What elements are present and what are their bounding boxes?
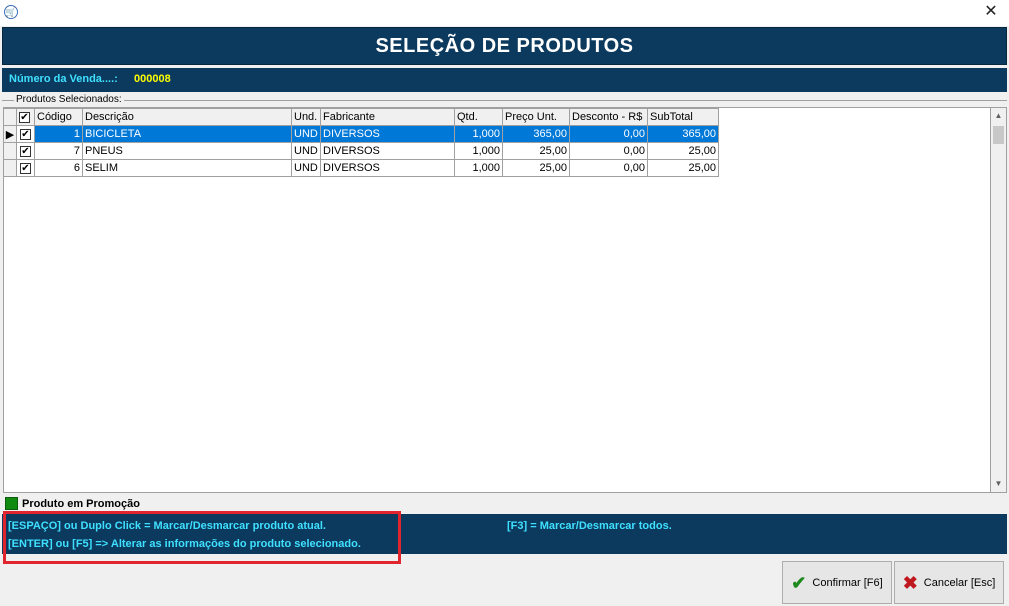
cell-qtd[interactable]: 1,000	[454, 125, 503, 143]
grid-header-row: ✔ Código Descrição Und. Fabricante Qtd. …	[3, 108, 719, 126]
cell-desconto[interactable]: 0,00	[569, 142, 648, 160]
scroll-thumb[interactable]	[993, 126, 1004, 144]
sale-number-value: 000008	[134, 73, 171, 85]
col-preco[interactable]: Preço Unt.	[502, 108, 570, 126]
cell-preco[interactable]: 365,00	[502, 125, 570, 143]
cell-codigo[interactable]: 6	[34, 159, 83, 177]
cell-codigo[interactable]: 1	[34, 125, 83, 143]
scroll-up-icon[interactable]: ▲	[991, 108, 1006, 124]
sale-info-bar: Número da Venda....: 000008	[2, 68, 1007, 92]
table-row[interactable]: ✔ 6 SELIM UND DIVERSOS 1,000 25,00 0,00 …	[3, 159, 719, 177]
col-descricao[interactable]: Descrição	[82, 108, 292, 126]
cell-fabricante[interactable]: DIVERSOS	[320, 159, 455, 177]
row-checkbox[interactable]: ✔	[20, 145, 31, 157]
hint-toggle-all: [F3] = Marcar/Desmarcar todos.	[507, 520, 672, 532]
cancel-button-label: Cancelar [Esc]	[923, 576, 996, 589]
cell-fabricante[interactable]: DIVERSOS	[320, 125, 455, 143]
title-bar: 🛒 ✕	[0, 0, 1009, 26]
promotion-swatch	[5, 497, 18, 510]
table-row[interactable]: ✔ 7 PNEUS UND DIVERSOS 1,000 25,00 0,00 …	[3, 142, 719, 160]
row-checkbox-cell[interactable]: ✔	[16, 125, 35, 143]
row-indicator-icon: ▶	[3, 125, 17, 143]
col-und[interactable]: Und.	[291, 108, 321, 126]
cell-desconto[interactable]: 0,00	[569, 159, 648, 177]
col-fabricante[interactable]: Fabricante	[320, 108, 455, 126]
checkmark-icon: ✔	[791, 572, 807, 593]
cell-subtotal[interactable]: 365,00	[647, 125, 719, 143]
promotion-legend-label: Produto em Promoção	[22, 498, 140, 510]
cell-qtd[interactable]: 1,000	[454, 159, 503, 177]
row-indicator-header	[3, 108, 17, 126]
cell-subtotal[interactable]: 25,00	[647, 159, 719, 177]
highlight-box	[3, 511, 401, 564]
select-all-header[interactable]: ✔	[16, 108, 35, 126]
select-all-checkbox[interactable]: ✔	[19, 111, 30, 123]
scroll-down-icon[interactable]: ▼	[991, 476, 1006, 492]
col-qtd[interactable]: Qtd.	[454, 108, 503, 126]
page-header: SELEÇÃO DE PRODUTOS	[2, 27, 1007, 65]
row-checkbox-cell[interactable]: ✔	[16, 159, 35, 177]
products-grid[interactable]: ✔ Código Descrição Und. Fabricante Qtd. …	[3, 108, 719, 177]
table-row[interactable]: ▶ ✔ 1 BICICLETA UND DIVERSOS 1,000 365,0…	[3, 125, 719, 143]
cell-und[interactable]: UND	[291, 142, 321, 160]
col-codigo[interactable]: Código	[34, 108, 83, 126]
page-title: SELEÇÃO DE PRODUTOS	[375, 35, 634, 57]
cell-descricao[interactable]: PNEUS	[82, 142, 292, 160]
vertical-scrollbar[interactable]: ▲ ▼	[991, 107, 1007, 493]
row-checkbox-cell[interactable]: ✔	[16, 142, 35, 160]
cell-subtotal[interactable]: 25,00	[647, 142, 719, 160]
cell-preco[interactable]: 25,00	[502, 142, 570, 160]
confirm-button-label: Confirmar [F6]	[812, 576, 883, 589]
col-desconto[interactable]: Desconto - R$	[569, 108, 648, 126]
cell-codigo[interactable]: 7	[34, 142, 83, 160]
cell-desconto[interactable]: 0,00	[569, 125, 648, 143]
sale-number-label: Número da Venda....:	[9, 73, 118, 85]
cell-fabricante[interactable]: DIVERSOS	[320, 142, 455, 160]
col-subtotal[interactable]: SubTotal	[647, 108, 719, 126]
row-indicator	[3, 142, 17, 160]
x-icon: ✖	[902, 572, 918, 593]
group-label: Produtos Selecionados:	[14, 94, 124, 105]
cancel-button[interactable]: ✖ Cancelar [Esc]	[894, 561, 1004, 604]
row-indicator	[3, 159, 17, 177]
close-button[interactable]: ✕	[979, 2, 1003, 22]
cell-preco[interactable]: 25,00	[502, 159, 570, 177]
row-checkbox[interactable]: ✔	[20, 128, 31, 140]
cell-und[interactable]: UND	[291, 125, 321, 143]
cell-qtd[interactable]: 1,000	[454, 142, 503, 160]
row-checkbox[interactable]: ✔	[20, 162, 31, 174]
confirm-button[interactable]: ✔ Confirmar [F6]	[782, 561, 892, 604]
cell-descricao[interactable]: SELIM	[82, 159, 292, 177]
cart-icon: 🛒	[4, 5, 18, 19]
cell-descricao[interactable]: BICICLETA	[82, 125, 292, 143]
cell-und[interactable]: UND	[291, 159, 321, 177]
